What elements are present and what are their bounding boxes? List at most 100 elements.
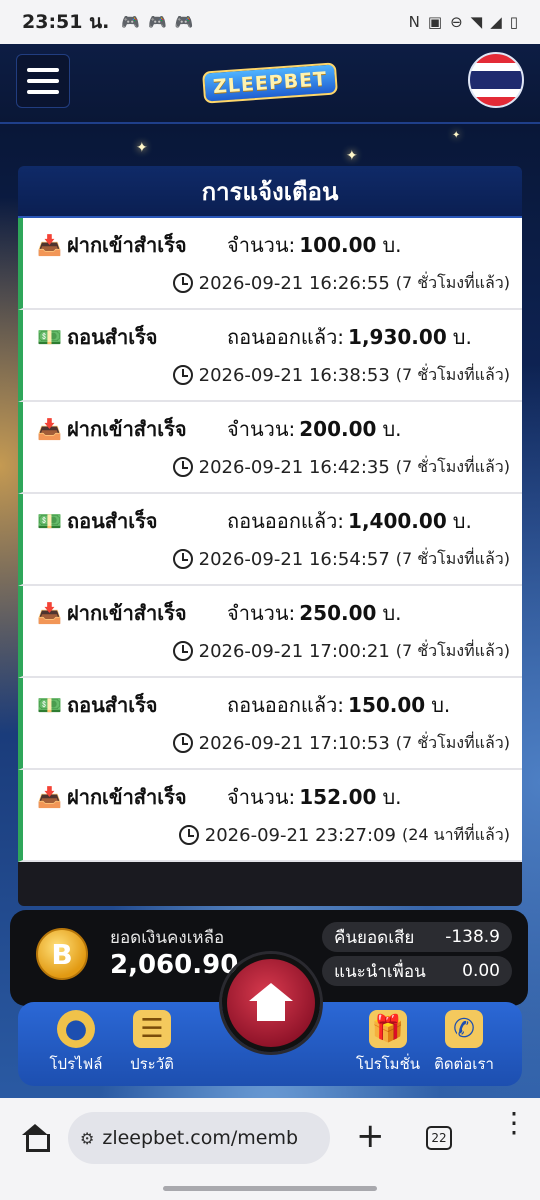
- nav-history-label: ประวัติ: [130, 1055, 174, 1073]
- home-button[interactable]: [222, 954, 320, 1052]
- site-settings-icon[interactable]: ⚙: [80, 1129, 94, 1148]
- hamburger-icon: [27, 68, 59, 72]
- amount-value: 150.00: [348, 693, 426, 717]
- notification-type: ถอนสำเร็จ: [67, 693, 158, 717]
- cashback-pill[interactable]: คืนยอดเสีย -138.9: [322, 922, 512, 952]
- cashback-value: -138.9: [445, 927, 500, 947]
- url-bar[interactable]: ⚙ zleepbet.com/memb: [68, 1112, 330, 1164]
- clipboard-icon: ☰: [133, 1010, 171, 1048]
- clock-icon: [178, 825, 199, 845]
- money-icon: 💵: [37, 509, 62, 533]
- sparkle-icon: ✦: [136, 140, 148, 156]
- currency: บ.: [382, 601, 402, 625]
- nav-profile-label: โปรไฟล์: [49, 1055, 103, 1073]
- money-icon: 💵: [37, 325, 62, 349]
- amount-value: 1,400.00: [348, 509, 447, 533]
- amount-value: 100.00: [299, 233, 377, 257]
- money-icon: 💵: [37, 693, 62, 717]
- hamburger-icon: [27, 90, 59, 94]
- currency: บ.: [431, 693, 451, 717]
- signal-icon: ◢: [490, 13, 502, 31]
- sparkle-icon: ✦: [346, 148, 358, 164]
- amount-value: 152.00: [299, 785, 377, 809]
- amount-label: ถอนออกแล้ว:: [227, 693, 345, 717]
- status-time: 23:51 น.: [22, 11, 110, 33]
- amount-label: จำนวน:: [227, 417, 296, 441]
- notification-datetime: 2026-09-21 17:00:21: [198, 640, 390, 662]
- gamepad-icon: 🎮: [174, 13, 194, 31]
- notification-item[interactable]: 💵 ถอนสำเร็จ ถอนออกแล้ว: 150.00 บ. 2026-0…: [18, 678, 522, 770]
- language-flag-button[interactable]: [468, 52, 524, 108]
- inbox-tray-icon: 📥: [37, 417, 62, 441]
- gamepad-icon: 🎮: [121, 13, 140, 31]
- clock-icon: [172, 549, 193, 569]
- balance-label: ยอดเงินคงเหลือ: [110, 928, 225, 948]
- nav-history[interactable]: ☰ ประวัติ: [116, 1010, 188, 1076]
- more-options-icon[interactable]: ⋮: [500, 1109, 528, 1137]
- notification-item[interactable]: 📥 ฝากเข้าสำเร็จ จำนวน: 200.00 บ. 2026-09…: [18, 402, 522, 494]
- url-text: zleepbet.com/memb: [102, 1127, 299, 1149]
- notification-datetime: 2026-09-21 16:42:35: [198, 456, 390, 478]
- notification-datetime: 2026-09-21 16:54:57: [198, 548, 390, 570]
- gift-icon: 🎁: [369, 1010, 407, 1048]
- panel-title: การแจ้งเตือน: [18, 166, 522, 218]
- currency: บ.: [382, 417, 402, 441]
- notification-type: ถอนสำเร็จ: [67, 325, 158, 349]
- currency: บ.: [382, 233, 402, 257]
- clock-icon: [172, 457, 193, 477]
- tab-switcher-button[interactable]: 22: [426, 1126, 452, 1150]
- balance-value: 2,060.90: [110, 950, 239, 980]
- referral-pill[interactable]: แนะนำเพื่อน 0.00: [322, 956, 512, 986]
- dnd-icon: ⊖: [450, 13, 463, 31]
- notification-ago: (7 ชั่วโมงที่แล้ว): [395, 548, 510, 568]
- notification-item[interactable]: 📥 ฝากเข้าสำเร็จ จำนวน: 250.00 บ. 2026-09…: [18, 586, 522, 678]
- nav-profile[interactable]: ● โปรไฟล์: [40, 1010, 112, 1076]
- coin-icon: B: [36, 928, 88, 980]
- gamepad-icon: 🎮: [148, 13, 167, 31]
- referral-label: แนะนำเพื่อน: [334, 961, 426, 982]
- notification-ago: (24 นาทีที่แล้ว): [401, 824, 510, 844]
- inbox-tray-icon: 📥: [37, 601, 62, 625]
- notification-ago: (7 ชั่วโมงที่แล้ว): [395, 732, 510, 752]
- sparkle-icon: ✦: [452, 130, 461, 141]
- currency: บ.: [452, 325, 472, 349]
- volte-icon: ▣: [427, 13, 443, 31]
- amount-label: จำนวน:: [227, 785, 296, 809]
- referral-value: 0.00: [462, 961, 500, 981]
- notification-item[interactable]: 📥 ฝากเข้าสำเร็จ จำนวน: 100.00 บ. 2026-09…: [18, 218, 522, 310]
- currency: บ.: [382, 785, 402, 809]
- notification-type: ฝากเข้าสำเร็จ: [67, 601, 187, 625]
- browser-toolbar: ⚙ zleepbet.com/memb + 22 ⋮: [0, 1098, 540, 1200]
- notification-datetime: 2026-09-21 23:27:09: [204, 824, 396, 846]
- notification-ago: (7 ชั่วโมงที่แล้ว): [395, 640, 510, 660]
- notification-ago: (7 ชั่วโมงที่แล้ว): [395, 456, 510, 476]
- browser-home-icon[interactable]: [22, 1124, 50, 1152]
- new-tab-plus-icon[interactable]: +: [356, 1116, 385, 1156]
- battery-icon: ▯: [509, 13, 518, 31]
- notification-type: ฝากเข้าสำเร็จ: [67, 417, 187, 441]
- clock-icon: [172, 641, 193, 661]
- phone-icon: ✆: [445, 1010, 483, 1048]
- notification-type: ฝากเข้าสำเร็จ: [67, 233, 187, 257]
- notification-item[interactable]: 📥 ฝากเข้าสำเร็จ จำนวน: 152.00 บ. 2026-09…: [18, 770, 522, 862]
- home-icon: [249, 983, 293, 1023]
- brand-logo[interactable]: ZLEEPBET: [201, 52, 339, 114]
- nav-contact[interactable]: ✆ ติดต่อเรา: [428, 1010, 500, 1076]
- amount-label: จำนวน:: [227, 233, 296, 257]
- amount-value: 250.00: [299, 601, 377, 625]
- notification-item[interactable]: 💵 ถอนสำเร็จ ถอนออกแล้ว: 1,930.00 บ. 2026…: [18, 310, 522, 402]
- profile-icon: ●: [57, 1010, 95, 1048]
- notification-type: ฝากเข้าสำเร็จ: [67, 785, 187, 809]
- app-header: ZLEEPBET: [0, 44, 540, 124]
- hamburger-icon: [27, 79, 59, 83]
- hamburger-menu-button[interactable]: [16, 54, 70, 108]
- inbox-tray-icon: 📥: [37, 785, 62, 809]
- notification-datetime: 2026-09-21 16:26:55: [198, 272, 390, 294]
- amount-value: 1,930.00: [348, 325, 447, 349]
- gesture-bar: [163, 1186, 377, 1191]
- nav-contact-label: ติดต่อเรา: [434, 1055, 494, 1073]
- nav-promotion-label: โปรโมชั่น: [355, 1055, 420, 1073]
- nav-promotion[interactable]: 🎁 โปรโมชั่น: [352, 1010, 424, 1076]
- notification-item[interactable]: 💵 ถอนสำเร็จ ถอนออกแล้ว: 1,400.00 บ. 2026…: [18, 494, 522, 586]
- nfc-icon: N: [408, 13, 420, 31]
